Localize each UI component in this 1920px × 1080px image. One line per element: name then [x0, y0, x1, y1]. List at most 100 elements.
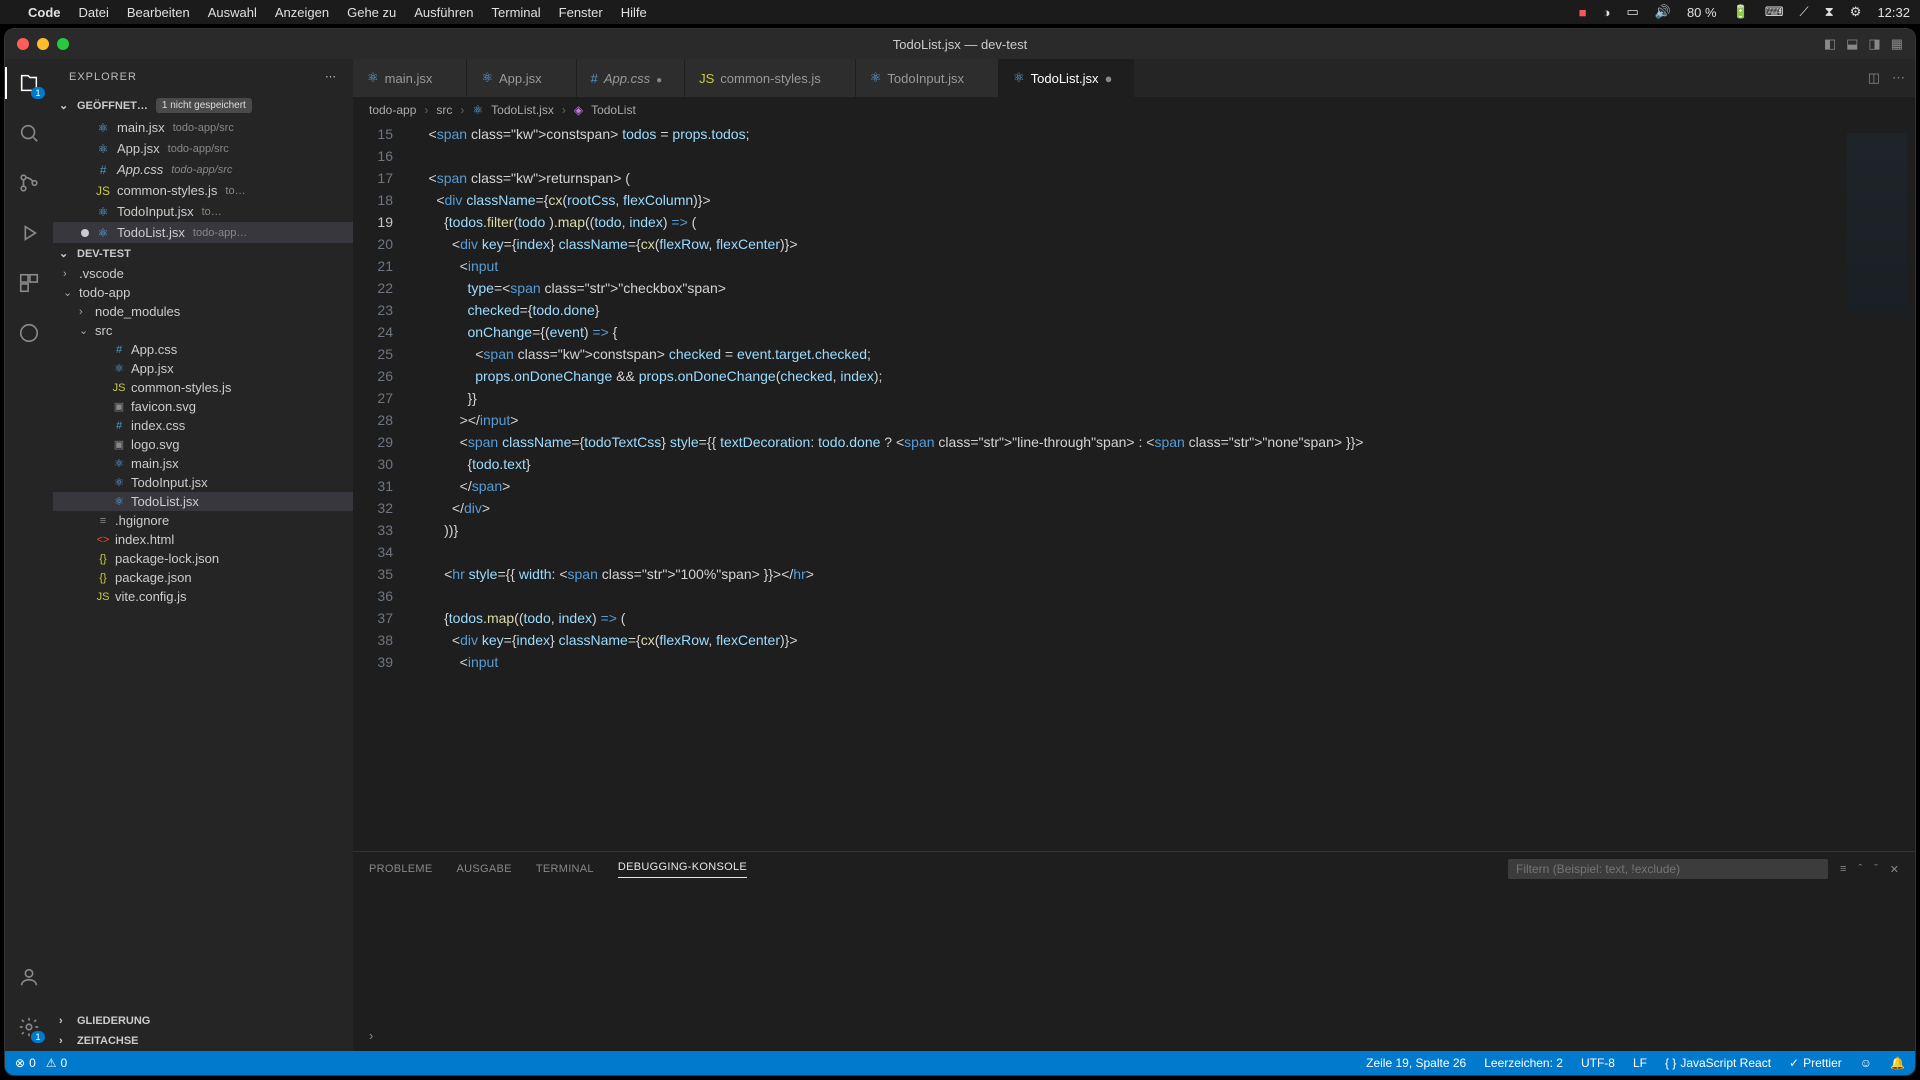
status-lang[interactable]: { } JavaScript React: [1665, 1056, 1771, 1070]
open-editor-item[interactable]: ⚛TodoInput.jsxto…: [53, 201, 353, 222]
search-icon[interactable]: [15, 119, 43, 147]
filter-icon[interactable]: ≡: [1840, 863, 1846, 875]
tree-file[interactable]: JSvite.config.js: [53, 587, 353, 606]
status-prettier[interactable]: ✓ Prettier: [1789, 1056, 1842, 1070]
panel-tab-debug-console[interactable]: DEBUGGING-KONSOLE: [618, 861, 747, 878]
panel-body[interactable]: ›: [353, 886, 1915, 1051]
menu-file[interactable]: Datei: [79, 5, 109, 20]
settings-gear-icon[interactable]: 1: [15, 1013, 43, 1041]
timeline-header[interactable]: › ZEITACHSE: [53, 1031, 353, 1051]
tree-file[interactable]: #App.css: [53, 340, 353, 359]
status-eol[interactable]: LF: [1633, 1056, 1647, 1070]
panel-close-icon[interactable]: ✕: [1890, 863, 1899, 876]
status-cursor[interactable]: Zeile 19, Spalte 26: [1366, 1056, 1466, 1070]
editor-tab[interactable]: #App.css: [577, 59, 685, 97]
feedback-icon[interactable]: ☺: [1860, 1056, 1872, 1070]
breadcrumb-item[interactable]: src: [436, 103, 452, 117]
account-icon[interactable]: [15, 963, 43, 991]
tree-file[interactable]: ▣logo.svg: [53, 435, 353, 454]
menu-help[interactable]: Hilfe: [621, 5, 647, 20]
open-editor-item[interactable]: ⚛main.jsxtodo-app/src: [53, 117, 353, 138]
panel-tab-output[interactable]: AUSGABE: [457, 863, 512, 875]
split-editor-icon[interactable]: ◫: [1868, 70, 1880, 86]
panel-tab-problems[interactable]: PROBLEME: [369, 863, 433, 875]
open-editors-header[interactable]: ⌄ GEÖFFNET… 1 nicht gespeichert: [53, 94, 353, 117]
menu-selection[interactable]: Auswahl: [208, 5, 257, 20]
menu-terminal[interactable]: Terminal: [492, 5, 541, 20]
keyboard-icon[interactable]: ⌨: [1765, 4, 1784, 20]
status-errors[interactable]: ⊗ 0 ⚠ 0: [15, 1056, 67, 1070]
editor-tab[interactable]: ⚛TodoInput.jsx: [856, 59, 999, 97]
remote-icon[interactable]: [15, 319, 43, 347]
display-icon[interactable]: ▭: [1626, 4, 1638, 20]
tree-file[interactable]: ▣favicon.svg: [53, 397, 353, 416]
breadcrumb[interactable]: todo-app › src › ⚛ TodoList.jsx › ◈ Todo…: [353, 97, 1915, 123]
clock[interactable]: 12:32: [1877, 5, 1910, 20]
code-editor[interactable]: 1516171819202122232425262728293031323334…: [353, 123, 1915, 851]
spotlight-icon[interactable]: ⧗: [1825, 4, 1834, 20]
volume-icon[interactable]: 🔊: [1655, 4, 1671, 20]
tree-file[interactable]: ⚛main.jsx: [53, 454, 353, 473]
debug-icon[interactable]: [15, 219, 43, 247]
layout-left-icon[interactable]: ◧: [1824, 36, 1836, 52]
breadcrumb-item[interactable]: TodoList: [591, 103, 636, 117]
editor-tab[interactable]: ⚛TodoList.jsx●: [999, 59, 1134, 97]
tree-file[interactable]: {}package-lock.json: [53, 549, 353, 568]
project-header[interactable]: ⌄ DEV-TEST: [53, 243, 353, 264]
panel-tab-terminal[interactable]: TERMINAL: [536, 863, 594, 875]
maximize-window-icon[interactable]: [57, 38, 69, 50]
minimize-window-icon[interactable]: [37, 38, 49, 50]
tree-file[interactable]: {}package.json: [53, 568, 353, 587]
layout-full-icon[interactable]: ▦: [1891, 36, 1903, 52]
open-editor-item[interactable]: ⚛App.jsxtodo-app/src: [53, 138, 353, 159]
close-window-icon[interactable]: [17, 38, 29, 50]
tree-folder[interactable]: ⌄todo-app: [53, 283, 353, 302]
filter-input[interactable]: [1508, 859, 1828, 879]
minimap[interactable]: [1835, 123, 1915, 851]
breadcrumb-item[interactable]: todo-app: [369, 103, 416, 117]
menu-run[interactable]: Ausführen: [414, 5, 473, 20]
editor-tab[interactable]: ⚛App.jsx: [467, 59, 576, 97]
dirty-dot-icon[interactable]: ●: [1105, 71, 1119, 86]
layout-bottom-icon[interactable]: ⬓: [1846, 36, 1858, 52]
source-control-icon[interactable]: [15, 169, 43, 197]
editor-tab[interactable]: ⚛main.jsx: [353, 59, 467, 97]
extensions-icon[interactable]: [15, 269, 43, 297]
open-editor-item[interactable]: #App.csstodo-app/src: [53, 159, 353, 180]
battery-text[interactable]: 80 %: [1687, 5, 1717, 20]
open-editor-item[interactable]: JScommon-styles.jsto…: [53, 180, 353, 201]
code-content[interactable]: <span class="kw">constspan> todos = prop…: [413, 123, 1835, 851]
tree-folder[interactable]: ›node_modules: [53, 302, 353, 321]
explorer-icon[interactable]: 1: [15, 69, 43, 97]
editor-tab[interactable]: JScommon-styles.js: [685, 59, 856, 97]
record-icon[interactable]: ■: [1579, 5, 1587, 20]
panel-expand-icon[interactable]: ˇ: [1874, 863, 1878, 875]
outline-header[interactable]: › GLIEDERUNG: [53, 1011, 353, 1031]
tab-more-icon[interactable]: ⋯: [1892, 70, 1905, 86]
menu-view[interactable]: Anzeigen: [275, 5, 329, 20]
tree-folder[interactable]: ⌄src: [53, 321, 353, 340]
tree-file[interactable]: ⚛TodoList.jsx: [53, 492, 353, 511]
open-editor-item[interactable]: ⚛TodoList.jsxtodo-app…: [53, 222, 353, 243]
menu-go[interactable]: Gehe zu: [347, 5, 396, 20]
tree-file[interactable]: ⚛App.jsx: [53, 359, 353, 378]
tree-file[interactable]: JScommon-styles.js: [53, 378, 353, 397]
close-icon[interactable]: [656, 71, 670, 86]
tree-folder[interactable]: ›.vscode: [53, 264, 353, 283]
tree-file[interactable]: ⚛TodoInput.jsx: [53, 473, 353, 492]
tree-file[interactable]: ≡.hgignore: [53, 511, 353, 530]
menu-app[interactable]: Code: [28, 5, 61, 20]
layout-right-icon[interactable]: ◨: [1868, 36, 1880, 52]
sidebar-more-icon[interactable]: ⋯: [325, 70, 337, 83]
status-indent[interactable]: Leerzeichen: 2: [1484, 1056, 1563, 1070]
tree-file[interactable]: #index.css: [53, 416, 353, 435]
status-icon-1[interactable]: ◑: [1603, 5, 1611, 20]
wifi-off-icon[interactable]: ⟋: [1800, 4, 1809, 20]
status-encoding[interactable]: UTF-8: [1581, 1056, 1615, 1070]
menu-edit[interactable]: Bearbeiten: [127, 5, 190, 20]
breadcrumb-item[interactable]: TodoList.jsx: [491, 103, 554, 117]
control-center-icon[interactable]: ⚙: [1850, 4, 1862, 20]
tree-file[interactable]: <>index.html: [53, 530, 353, 549]
battery-icon[interactable]: 🔋: [1733, 4, 1749, 20]
menu-window[interactable]: Fenster: [559, 5, 603, 20]
